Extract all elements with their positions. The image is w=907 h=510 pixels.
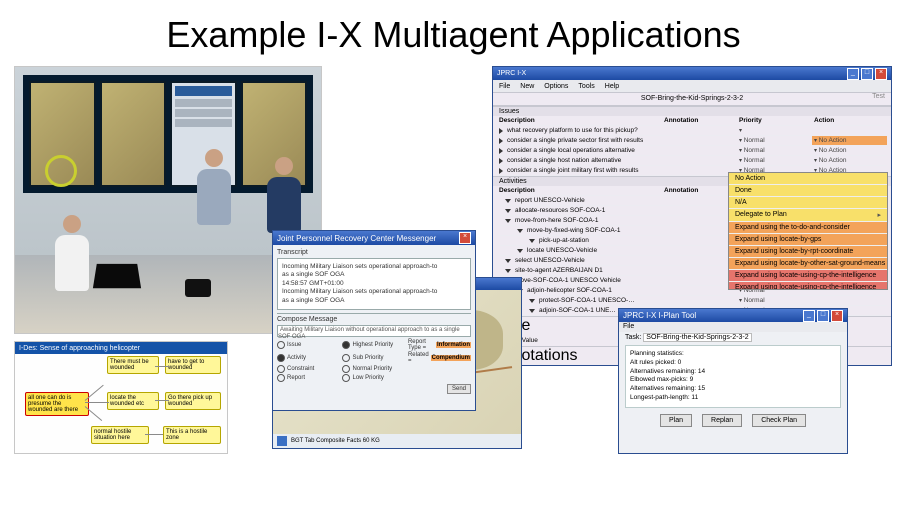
plan-task-field: Task: SOF-Bring-the-Kid-Springs-2-3-2 xyxy=(619,332,847,343)
activity-row[interactable]: protect-SOF-COA-1 UNESCO-…Normal xyxy=(493,296,891,306)
menu-item[interactable]: Expand using locate-using-cp-the-intelli… xyxy=(729,270,887,282)
messenger-window[interactable]: Joint Personnel Recovery Center Messenge… xyxy=(272,230,476,411)
maximize-icon[interactable]: □ xyxy=(817,310,829,322)
map-logo-icon xyxy=(277,436,287,446)
context-menu[interactable]: No ActionDoneN/ADelegate to PlanExpand u… xyxy=(728,172,888,290)
compose-input[interactable]: Awaiting Military Liaison without operat… xyxy=(277,325,471,337)
messenger-titlebar[interactable]: Joint Personnel Recovery Center Messenge… xyxy=(273,231,475,245)
message-options[interactable]: Issue Highest Priority Report Type = Inf… xyxy=(277,339,471,382)
menu-item[interactable]: Delegate to Plan xyxy=(729,209,887,222)
menu-item[interactable]: Expand using locate-by-rpt-coordinate xyxy=(729,246,887,258)
plan-button[interactable]: Plan xyxy=(660,414,692,427)
menu-item[interactable]: N/A xyxy=(729,197,887,209)
plan-tool-window[interactable]: JPRC I-X I-Plan Tool _ □ × File Task: SO… xyxy=(618,308,848,454)
plan-menubar[interactable]: File xyxy=(619,322,847,332)
menu-item[interactable]: Expand using locate-using-cp-the-intelli… xyxy=(729,282,887,290)
menu-item[interactable]: Expand using locate-by-gps xyxy=(729,234,887,246)
issues-header: Issues xyxy=(493,107,891,116)
menu-item[interactable]: No Action xyxy=(729,173,887,185)
minimize-icon[interactable]: _ xyxy=(847,68,859,80)
transcript-box: Incoming Military Liaison sets operation… xyxy=(277,258,471,310)
diagram-window: I-Des: Sense of approaching helicopter a… xyxy=(14,341,228,454)
diagram-node-center: all one can do is presume the wounded ar… xyxy=(25,392,89,416)
map-footer-text: BGT Tab Composite Facts 60 KG xyxy=(291,438,380,444)
jprc-menubar[interactable]: File New Options Tools Help xyxy=(493,80,891,93)
slide-canvas: I-Des: Sense of approaching helicopter a… xyxy=(14,66,893,496)
maximize-icon[interactable]: □ xyxy=(861,68,873,80)
menu-item[interactable]: Done xyxy=(729,185,887,197)
menu-item[interactable]: Expand using locate-by-other-sat-ground-… xyxy=(729,258,887,270)
menu-item[interactable]: Expand using the to-do-and-consider xyxy=(729,222,887,234)
issue-row[interactable]: consider a single private sector first w… xyxy=(493,136,891,146)
replan-button[interactable]: Replan xyxy=(702,414,742,427)
send-button[interactable]: Send xyxy=(447,384,471,394)
plan-titlebar[interactable]: JPRC I-X I-Plan Tool _ □ × xyxy=(619,309,847,322)
slide-title: Example I-X Multiagent Applications xyxy=(14,14,893,56)
close-icon[interactable]: × xyxy=(831,310,843,322)
plan-output: Planning statistics: Alt rules picked: 0… xyxy=(625,345,841,408)
diagram-titlebar: I-Des: Sense of approaching helicopter xyxy=(15,342,227,354)
issue-row[interactable]: consider a single host nation alternativ… xyxy=(493,156,891,166)
jprc-test-label: Test xyxy=(872,93,885,100)
issue-row[interactable]: what recovery platform to use for this p… xyxy=(493,126,891,136)
minimize-icon[interactable]: _ xyxy=(803,310,815,322)
issue-row[interactable]: consider a single local operations alter… xyxy=(493,146,891,156)
check-plan-button[interactable]: Check Plan xyxy=(752,414,806,427)
close-icon[interactable]: × xyxy=(459,232,471,244)
jprc-subtitle: SOF-Bring-the-Kid-Springs-2-3-2 xyxy=(493,93,891,106)
close-icon[interactable]: × xyxy=(875,68,887,80)
transcript-label: Transcript xyxy=(277,249,471,256)
compose-label: Compose Message xyxy=(277,316,471,323)
jprc-titlebar[interactable]: JPRC I-X _ □ × xyxy=(493,67,891,80)
